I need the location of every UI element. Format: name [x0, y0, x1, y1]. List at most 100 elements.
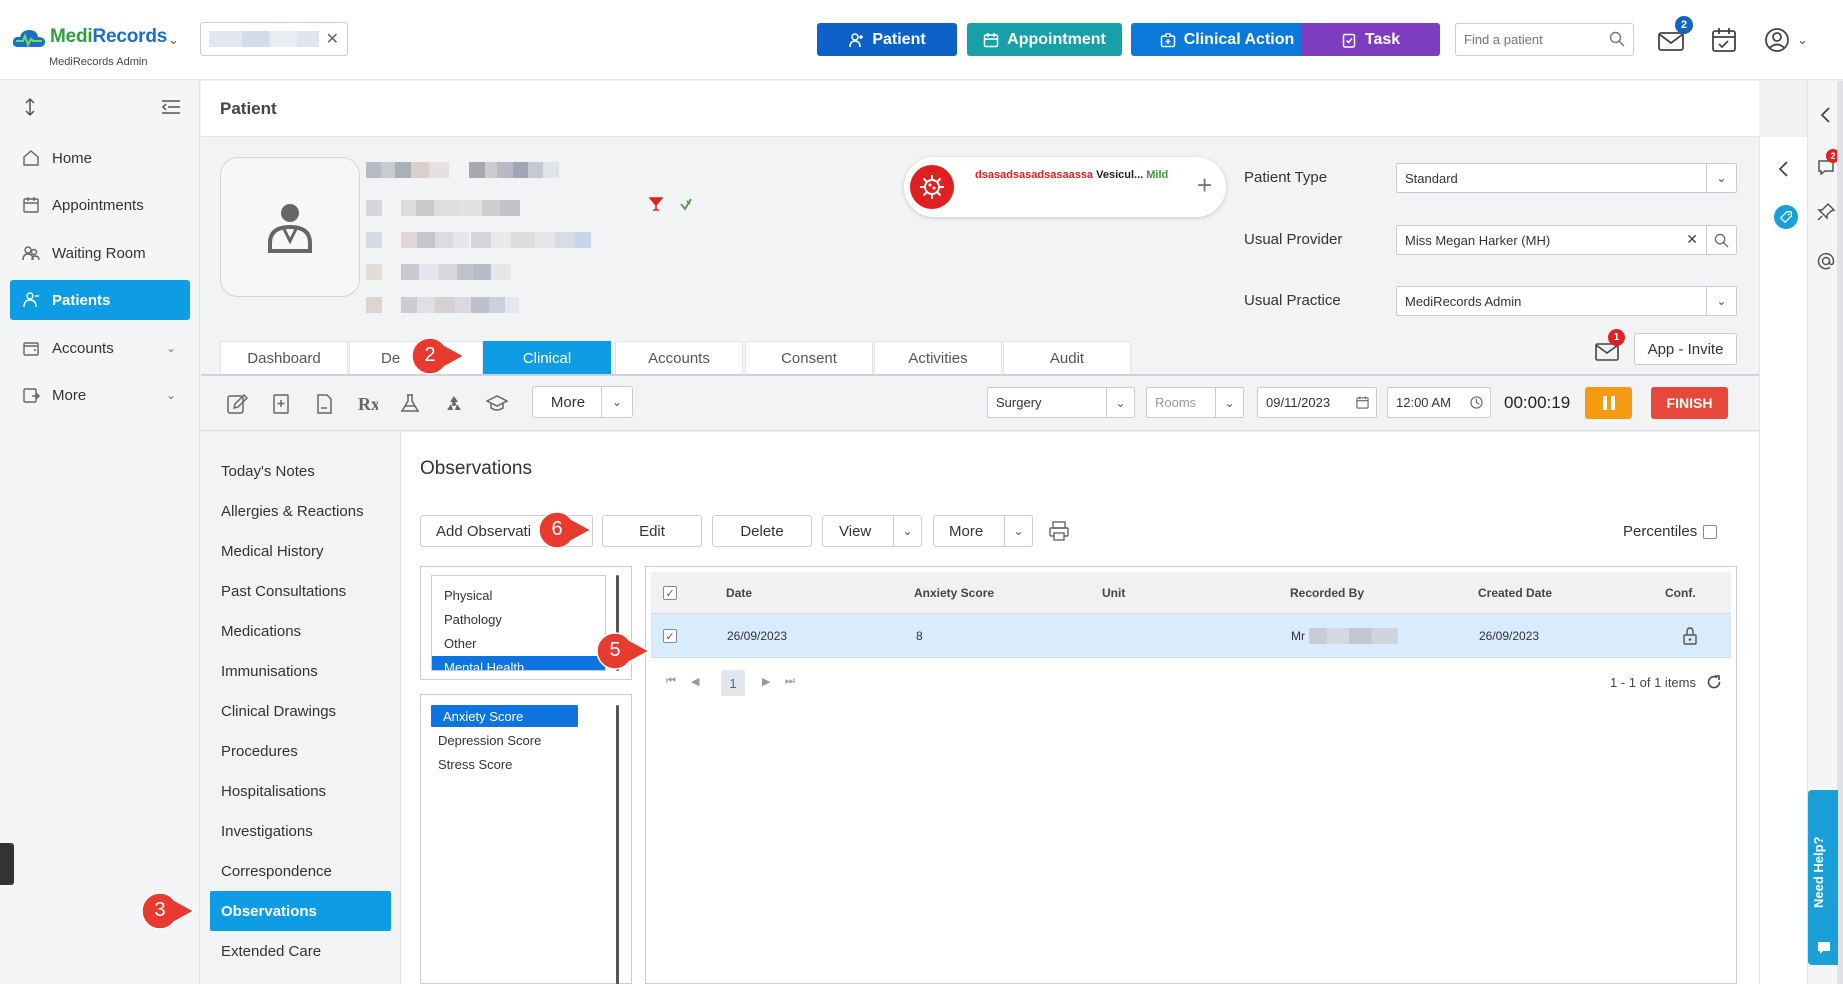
col-date[interactable]: Date: [726, 586, 752, 600]
category-physical[interactable]: Physical: [432, 584, 605, 606]
tab-audit[interactable]: Audit: [1003, 341, 1131, 375]
chevron-down-icon[interactable]: ⌄: [893, 516, 921, 546]
patient-type-select[interactable]: Standard ⌄: [1396, 163, 1737, 193]
consult-date-picker[interactable]: 09/11/2023: [1257, 387, 1377, 418]
usual-provider-field[interactable]: Miss Megan Harker (MH) ✕: [1396, 225, 1737, 255]
col-recorded-by[interactable]: Recorded By: [1290, 586, 1364, 600]
allergy-alert-card[interactable]: dsasadsasadsasaassa Vesicul... Mild +: [904, 157, 1226, 217]
chevron-down-icon[interactable]: ⌄: [1004, 516, 1032, 546]
user-menu-button[interactable]: [1763, 26, 1791, 54]
notes-edit-icon[interactable]: [226, 393, 248, 415]
document-icon[interactable]: [313, 393, 335, 415]
nav-appointments[interactable]: Appointments: [10, 185, 190, 225]
smoking-flag-icon[interactable]: [679, 197, 693, 211]
tab-accounts[interactable]: Accounts: [615, 341, 743, 375]
subnav-immunisations[interactable]: Immunisations: [210, 651, 391, 691]
chevron-left-icon[interactable]: [1774, 159, 1794, 179]
pause-button[interactable]: [1585, 387, 1632, 419]
subnav-medical-history[interactable]: Medical History: [210, 531, 391, 571]
subnav-correspondence[interactable]: Correspondence: [210, 851, 391, 891]
clear-icon[interactable]: ✕: [1686, 231, 1698, 248]
nav-accounts[interactable]: Accounts ⌄: [10, 328, 190, 368]
toolbar-more-button[interactable]: More ⌄: [532, 386, 633, 418]
category-pathology[interactable]: Pathology: [432, 608, 605, 630]
chevron-down-icon[interactable]: ⌄: [601, 387, 632, 417]
need-help-button[interactable]: Need Help?: [1808, 790, 1838, 965]
new-task-button[interactable]: Task: [1301, 23, 1440, 56]
location-select[interactable]: Surgery ⌄: [987, 387, 1135, 418]
consult-time-picker[interactable]: 12:00 AM: [1387, 387, 1491, 418]
subnav-hospitalisations[interactable]: Hospitalisations: [210, 771, 391, 811]
col-created-date[interactable]: Created Date: [1478, 586, 1552, 600]
tab-consent[interactable]: Consent: [745, 341, 873, 375]
chevron-down-icon[interactable]: ⌄: [1215, 388, 1243, 417]
edit-button[interactable]: Edit: [602, 515, 702, 547]
subnav-allergies[interactable]: Allergies & Reactions: [210, 491, 391, 531]
search-icon[interactable]: [1609, 31, 1625, 47]
tab-clinical[interactable]: Clinical: [483, 341, 611, 375]
clock-icon[interactable]: [1462, 388, 1490, 417]
subnav-observations[interactable]: Observations: [210, 891, 391, 931]
medical-certificate-icon[interactable]: [270, 393, 292, 415]
subnav-clinical-drawings[interactable]: Clinical Drawings: [210, 691, 391, 731]
refresh-icon[interactable]: [1706, 674, 1722, 690]
next-page-icon[interactable]: ▶: [762, 675, 770, 688]
tab-activities[interactable]: Activities: [874, 341, 1002, 375]
pathology-flask-icon[interactable]: [399, 393, 421, 415]
patient-message-button[interactable]: 1: [1595, 329, 1625, 362]
delete-button[interactable]: Delete: [712, 515, 812, 547]
tag-button[interactable]: [1774, 205, 1798, 229]
chevron-down-icon[interactable]: ⌄: [1106, 388, 1134, 417]
search-icon[interactable]: [1706, 226, 1736, 254]
page-number[interactable]: 1: [721, 670, 745, 696]
new-patient-button[interactable]: Patient: [817, 23, 957, 56]
new-appointment-button[interactable]: Appointment: [967, 23, 1122, 56]
chevron-down-icon[interactable]: ⌄: [168, 32, 179, 48]
type-anxiety-score[interactable]: Anxiety Score: [431, 705, 578, 727]
select-all-checkbox[interactable]: ✓: [663, 586, 677, 600]
more-actions-button[interactable]: More ⌄: [933, 515, 1033, 547]
clinical-action-button[interactable]: Clinical Action: [1131, 23, 1323, 56]
chevron-down-icon[interactable]: ⌄: [1706, 287, 1736, 315]
finish-button[interactable]: FINISH: [1651, 387, 1728, 419]
nav-waiting-room[interactable]: Waiting Room: [10, 233, 190, 273]
open-patient-tab[interactable]: ✕: [200, 22, 348, 56]
usual-practice-select[interactable]: MediRecords Admin ⌄: [1396, 286, 1737, 316]
chevron-left-icon[interactable]: [1816, 105, 1836, 125]
col-confidential[interactable]: Conf.: [1665, 586, 1696, 600]
col-unit[interactable]: Unit: [1102, 586, 1125, 600]
patient-avatar[interactable]: [220, 157, 360, 297]
subnav-todays-notes[interactable]: Today's Notes: [210, 451, 391, 491]
radiology-icon[interactable]: [443, 393, 465, 415]
subnav-extended-care[interactable]: Extended Care: [210, 931, 391, 971]
find-patient-input[interactable]: [1456, 24, 1596, 55]
prev-page-icon[interactable]: ◀: [691, 675, 699, 688]
subnav-procedures[interactable]: Procedures: [210, 731, 391, 771]
view-button[interactable]: View ⌄: [822, 515, 922, 547]
nav-home[interactable]: Home: [10, 138, 190, 178]
type-depression-score[interactable]: Depression Score: [426, 729, 586, 751]
print-icon[interactable]: [1048, 520, 1070, 542]
last-page-icon[interactable]: ⏭: [785, 675, 795, 688]
at-sign-icon[interactable]: [1816, 251, 1836, 271]
subnav-investigations[interactable]: Investigations: [210, 811, 391, 851]
chevron-down-icon[interactable]: ⌄: [1706, 164, 1736, 192]
calendar-button[interactable]: [1711, 26, 1737, 54]
nav-more[interactable]: More ⌄: [10, 375, 190, 415]
app-logo[interactable]: MediRecords: [12, 26, 167, 48]
prescription-icon[interactable]: Rx: [356, 393, 378, 415]
side-drawer-handle[interactable]: [0, 843, 14, 885]
tab-dashboard[interactable]: Dashboard: [220, 341, 348, 375]
first-page-icon[interactable]: ⏮: [666, 675, 676, 688]
add-alert-icon[interactable]: +: [1197, 170, 1212, 201]
lock-icon[interactable]: [1682, 627, 1698, 645]
pin-icon[interactable]: [1816, 202, 1836, 222]
find-patient-search[interactable]: [1455, 23, 1634, 56]
type-scrollbar[interactable]: [616, 705, 619, 984]
nav-patients[interactable]: Patients: [10, 280, 190, 320]
chevron-down-icon[interactable]: ⌄: [1797, 32, 1808, 48]
percentiles-checkbox[interactable]: [1703, 525, 1717, 539]
messages-button[interactable]: 2: [1657, 16, 1693, 54]
type-stress-score[interactable]: Stress Score: [426, 753, 586, 775]
close-icon[interactable]: ✕: [326, 29, 339, 49]
